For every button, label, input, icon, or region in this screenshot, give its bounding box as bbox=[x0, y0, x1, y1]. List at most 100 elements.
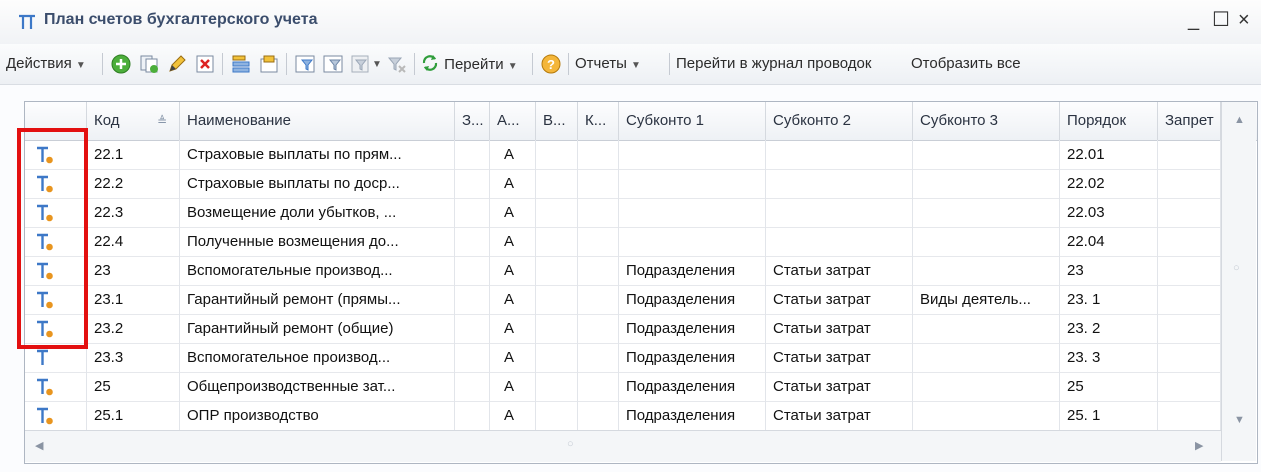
table-row[interactable]: 23 Вспомогательные производ... А Подразделе… bbox=[25, 256, 1221, 286]
clear-filter-icon[interactable] bbox=[386, 53, 408, 75]
column-header-order[interactable]: Порядок bbox=[1060, 102, 1158, 140]
table-row[interactable]: 25 Общепроизводственные зат... А Подразделе… bbox=[25, 372, 1221, 402]
cell-subconto1: Подразделения bbox=[619, 285, 766, 314]
add-green-icon[interactable] bbox=[110, 53, 132, 75]
cell-forbid bbox=[1158, 256, 1221, 285]
cell-icon bbox=[25, 343, 87, 372]
table-row[interactable]: 23.2 Гарантийный ремонт (общие) А Подраздел… bbox=[25, 314, 1221, 344]
actions-menu[interactable]: Действия ▼ bbox=[6, 53, 86, 75]
cell-subconto1: Подразделения bbox=[619, 372, 766, 401]
cell-subconto3 bbox=[913, 314, 1060, 343]
cell-subconto2: Статьи затрат bbox=[766, 401, 913, 430]
level-up-icon[interactable] bbox=[258, 53, 280, 75]
column-header-icon[interactable] bbox=[25, 102, 87, 140]
show-all-button[interactable]: Отобразить все bbox=[911, 53, 1021, 75]
table-row[interactable]: 22.1 Страховые выплаты по прям... А 22.01 bbox=[25, 140, 1221, 170]
table-row[interactable]: 23.3 Вспомогательное производ... А Подразде… bbox=[25, 343, 1221, 373]
cell-forbid bbox=[1158, 227, 1221, 256]
scroll-left-icon[interactable]: ◀ bbox=[35, 439, 43, 452]
chevron-down-icon[interactable]: ▼ bbox=[372, 54, 382, 76]
chevron-down-icon: ▼ bbox=[507, 61, 518, 72]
column-header-subconto2[interactable]: Субконто 2 bbox=[766, 102, 913, 140]
cell-order: 25. 1 bbox=[1060, 401, 1158, 430]
cell-code: 23.2 bbox=[87, 314, 180, 343]
toolbar-separator bbox=[669, 53, 670, 75]
cell-subconto3 bbox=[913, 169, 1060, 198]
close-button[interactable]: × bbox=[1238, 8, 1250, 32]
cell-name: ОПР производство bbox=[180, 401, 455, 430]
cell-name: Гарантийный ремонт (прямы... bbox=[180, 285, 455, 314]
help-icon[interactable]: ? bbox=[540, 53, 562, 75]
accounts-table[interactable]: Код ≜ Наименование З... А... В... К... С… bbox=[24, 101, 1258, 464]
scroll-up-icon[interactable]: ▲ bbox=[1234, 114, 1245, 126]
table-row[interactable]: 22.3 Возмещение доли убытков, ... А 22.03 bbox=[25, 198, 1221, 228]
goto-menu[interactable]: Перейти ▼ bbox=[420, 53, 518, 75]
cell-subconto1 bbox=[619, 198, 766, 227]
cell-icon bbox=[25, 372, 87, 401]
toolbar: Действия ▼ ▼ Перейти ▼ ? Отчеты ▼ Перейт… bbox=[0, 44, 1261, 85]
hierarchy-icon[interactable] bbox=[230, 53, 252, 75]
table-row[interactable]: 25.1 ОПР производство А Подразделения Статьи… bbox=[25, 401, 1221, 431]
cell-k bbox=[578, 256, 619, 285]
toolbar-separator bbox=[568, 53, 569, 75]
cell-z bbox=[455, 285, 490, 314]
scroll-thumb[interactable]: ○ bbox=[1233, 262, 1240, 274]
table-row[interactable]: 22.4 Полученные возмещения до... А 22.04 bbox=[25, 227, 1221, 257]
account-group-icon bbox=[37, 407, 53, 425]
copy-icon[interactable] bbox=[138, 53, 160, 75]
cell-z bbox=[455, 372, 490, 401]
cell-k bbox=[578, 169, 619, 198]
cell-subconto2: Статьи затрат bbox=[766, 285, 913, 314]
edit-pencil-icon[interactable] bbox=[166, 53, 188, 75]
column-header-name[interactable]: Наименование bbox=[180, 102, 455, 140]
column-header-k[interactable]: К... bbox=[578, 102, 619, 140]
cell-order: 22.04 bbox=[1060, 227, 1158, 256]
scroll-thumb[interactable]: ○ bbox=[567, 438, 574, 450]
filter-dropdown-icon[interactable] bbox=[350, 53, 372, 75]
filter-select-icon[interactable] bbox=[322, 53, 344, 75]
cell-subconto1: Подразделения bbox=[619, 256, 766, 285]
column-header-v[interactable]: В... bbox=[536, 102, 578, 140]
cell-subconto3 bbox=[913, 372, 1060, 401]
journal-link-button[interactable]: Перейти в журнал проводок bbox=[676, 53, 871, 75]
column-header-forbid[interactable]: Запрет bbox=[1158, 102, 1221, 140]
scroll-right-icon[interactable]: ▶ bbox=[1195, 439, 1203, 452]
cell-a: А bbox=[490, 401, 536, 430]
cell-name: Страховые выплаты по прям... bbox=[180, 140, 455, 169]
column-header-z[interactable]: З... bbox=[455, 102, 490, 140]
maximize-button[interactable]: ☐ bbox=[1212, 8, 1230, 32]
reports-menu[interactable]: Отчеты ▼ bbox=[575, 53, 641, 75]
cell-icon bbox=[25, 256, 87, 285]
column-header-code[interactable]: Код ≜ bbox=[87, 102, 180, 140]
toolbar-separator bbox=[286, 53, 287, 75]
cell-a: А bbox=[490, 285, 536, 314]
cell-subconto1: Подразделения bbox=[619, 401, 766, 430]
account-group-icon bbox=[37, 175, 53, 193]
column-header-subconto3[interactable]: Субконто 3 bbox=[913, 102, 1060, 140]
column-header-a[interactable]: А... bbox=[490, 102, 536, 140]
cell-subconto1 bbox=[619, 227, 766, 256]
title-bar[interactable]: План счетов бухгалтерского учета _ ☐ × bbox=[0, 0, 1261, 45]
account-group-icon bbox=[37, 262, 53, 280]
filter-icon[interactable] bbox=[294, 53, 316, 75]
cell-subconto3 bbox=[913, 198, 1060, 227]
cell-forbid bbox=[1158, 401, 1221, 430]
vertical-scrollbar[interactable]: ▲ ○ ▼ bbox=[1221, 102, 1256, 461]
delete-icon[interactable] bbox=[194, 53, 216, 75]
cell-icon bbox=[25, 169, 87, 198]
account-group-icon bbox=[37, 291, 53, 309]
cell-forbid bbox=[1158, 343, 1221, 372]
cell-a: А bbox=[490, 256, 536, 285]
minimize-button[interactable]: _ bbox=[1188, 8, 1199, 32]
cell-subconto2 bbox=[766, 140, 913, 169]
cell-v bbox=[536, 401, 578, 430]
horizontal-scrollbar[interactable]: ◀ ○ ▶ bbox=[25, 430, 1221, 462]
chevron-down-icon: ▼ bbox=[75, 60, 86, 71]
scroll-down-icon[interactable]: ▼ bbox=[1234, 414, 1245, 426]
column-header-subconto1[interactable]: Субконто 1 bbox=[619, 102, 766, 140]
cell-code: 22.2 bbox=[87, 169, 180, 198]
cell-v bbox=[536, 343, 578, 372]
table-row[interactable]: 23.1 Гарантийный ремонт (прямы... А Подразд… bbox=[25, 285, 1221, 315]
account-group-icon bbox=[37, 146, 53, 164]
table-row[interactable]: 22.2 Страховые выплаты по доср... А 22.02 bbox=[25, 169, 1221, 199]
